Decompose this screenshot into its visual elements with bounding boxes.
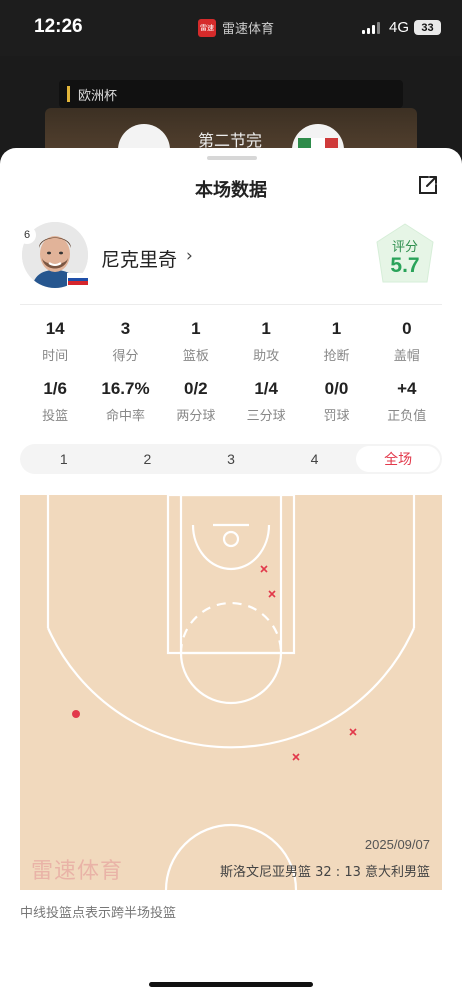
tab-period-1[interactable]: 1 — [22, 446, 106, 472]
league-bar: 欧洲杯 — [59, 80, 403, 108]
rim — [222, 530, 240, 548]
tab-full-game[interactable]: 全场 — [356, 446, 440, 472]
stat-value: 0/2 — [184, 379, 208, 398]
stat-steals: 1 抢断 — [301, 318, 371, 364]
slovenia-flag-icon — [67, 273, 89, 286]
stat-value: 1 — [331, 319, 342, 338]
three-point-arc — [46, 627, 416, 749]
court-lines — [46, 495, 416, 890]
player-name[interactable]: 尼克里奇 — [101, 245, 177, 272]
watermark: 雷速体育 — [31, 859, 124, 884]
center-circle — [164, 823, 298, 890]
league-name: 欧洲杯 — [78, 88, 118, 104]
tab-period-4[interactable]: 4 — [273, 446, 357, 472]
stat-label: 命中率 — [105, 409, 145, 424]
ft-circle-top — [179, 601, 283, 654]
sheet-title: 本场数据 — [195, 180, 267, 201]
stat-value: 0 — [402, 319, 412, 338]
stat-label: 盖帽 — [393, 349, 420, 364]
stat-label: 抢断 — [323, 349, 350, 364]
tab-period-2[interactable]: 2 — [106, 446, 190, 472]
brand-logo-icon: 雷速 — [198, 18, 216, 37]
rating-value: 5.7 — [390, 254, 420, 277]
stat-label: 得分 — [112, 349, 139, 364]
status-time: 12:26 — [34, 16, 83, 37]
player-avatar-wrap[interactable]: 6 — [18, 222, 89, 288]
stats-row-basic: 14 时间 3 得分 1 篮板 1 助攻 1 抢断 0 盖帽 — [20, 318, 442, 364]
stat-label: 正负值 — [387, 409, 427, 424]
chevron-right-icon[interactable]: › — [186, 246, 193, 266]
stat-label: 篮板 — [182, 349, 209, 364]
match-score: 斯洛文尼亚男篮 32 : 13 意大利男篮 — [220, 865, 430, 880]
home-indicator[interactable] — [149, 982, 313, 987]
stat-value: 3 — [120, 319, 131, 338]
stat-fg: 1/6 投篮 — [20, 378, 90, 424]
tab-period-3[interactable]: 3 — [189, 446, 273, 472]
period-tabs: 1 2 3 4 全场 — [20, 444, 442, 474]
shot-missed-marker — [268, 590, 276, 598]
share-icon[interactable] — [417, 174, 439, 196]
stat-3pt: 1/4 三分球 — [231, 378, 301, 424]
shot-missed-marker — [292, 753, 300, 761]
network-type: 4G — [389, 19, 410, 36]
rating-badge: 评分 5.7 — [373, 222, 437, 288]
shot-missed-marker — [260, 565, 268, 573]
stat-value: 0/0 — [324, 379, 349, 398]
paint-inner — [179, 495, 283, 655]
stat-value: 1/4 — [254, 379, 278, 398]
status-bar: 12:26 雷速 雷速体育 4G 33 — [0, 0, 462, 56]
stat-ft: 0/0 罚球 — [301, 378, 371, 424]
footnote: 中线投篮点表示跨半场投篮 — [20, 906, 177, 921]
stat-value: 16.7% — [101, 379, 150, 398]
match-date: 2025/09/07 — [364, 837, 430, 852]
stat-value: 1 — [191, 319, 201, 338]
shot-chart-court: 雷速体育 2025/09/07 斯洛文尼亚男篮 32 : 13 意大利男篮 — [20, 495, 442, 890]
stat-label: 罚球 — [323, 409, 350, 424]
rating-label: 评分 — [391, 240, 418, 255]
shot-made-marker — [72, 710, 80, 718]
stat-fg-pct: 16.7% 命中率 — [90, 378, 160, 424]
player-stats-sheet: 本场数据 6 尼克里奇 › 评分 5.7 14 时间 3 得分 1 篮板 1 助… — [0, 148, 462, 1000]
stat-value: +4 — [397, 379, 417, 398]
stat-blocks: 0 盖帽 — [372, 318, 442, 364]
stat-label: 投篮 — [42, 409, 69, 424]
ft-circle-bottom — [179, 652, 283, 705]
stat-value: 14 — [45, 319, 65, 338]
shot-missed-marker — [349, 728, 357, 736]
league-accent — [67, 86, 70, 102]
stat-value: 1/6 — [43, 379, 67, 398]
sheet-drag-handle[interactable] — [207, 156, 257, 160]
header-divider — [20, 304, 442, 305]
brand-name: 雷速体育 — [222, 22, 275, 37]
stat-value: 1 — [261, 319, 271, 338]
status-brand: 雷速 雷速体育 — [198, 18, 274, 37]
battery-icon: 33 — [414, 20, 441, 35]
stat-label: 两分球 — [176, 409, 216, 424]
stat-label: 三分球 — [246, 409, 286, 424]
stat-minutes: 14 时间 — [20, 318, 90, 364]
signal-icon — [362, 22, 380, 34]
stat-label: 助攻 — [253, 349, 280, 364]
stat-label: 时间 — [42, 349, 69, 364]
stat-plus-minus: +4 正负值 — [372, 378, 442, 424]
stat-2pt: 0/2 两分球 — [161, 378, 231, 424]
stat-assists: 1 助攻 — [231, 318, 301, 364]
stat-rebounds: 1 篮板 — [161, 318, 231, 364]
stats-row-shooting: 1/6 投篮 16.7% 命中率 0/2 两分球 1/4 三分球 0/0 罚球 +4 正负值 — [20, 378, 442, 424]
jersey-number: 6 — [18, 226, 36, 244]
stat-points: 3 得分 — [90, 318, 160, 364]
